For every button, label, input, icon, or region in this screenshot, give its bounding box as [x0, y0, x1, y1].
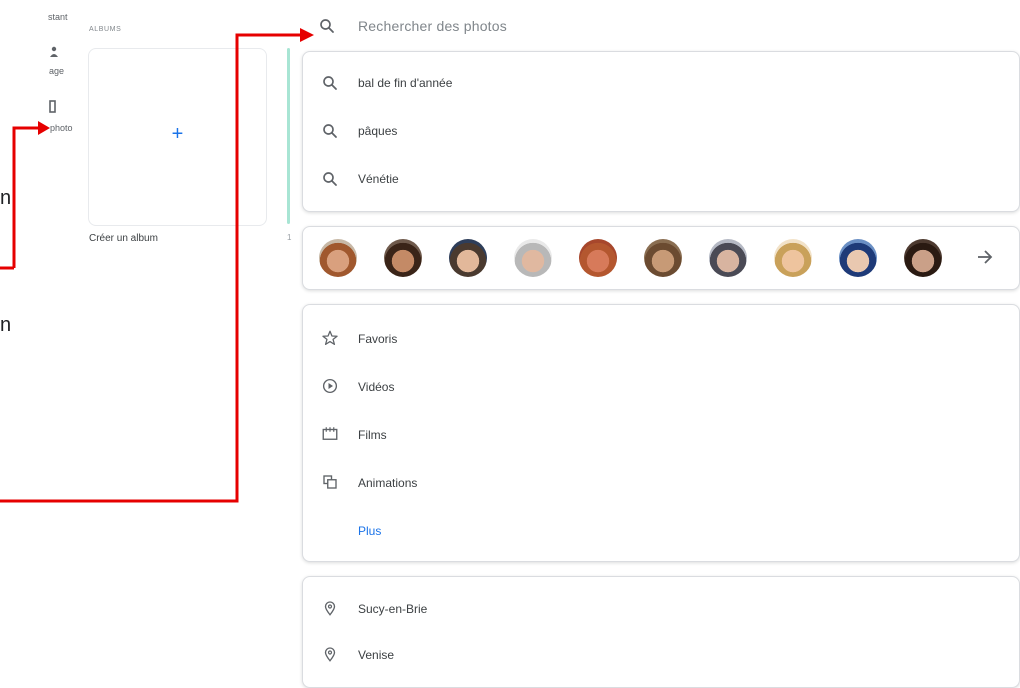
- album-count: 1: [287, 233, 292, 242]
- edge-text: n: [0, 187, 12, 209]
- suggestions-panel: bal de fin d'année pâques Vénétie: [302, 51, 1020, 212]
- sidebar: stant age photo: [0, 0, 80, 674]
- place-label: Sucy-en-Brie: [358, 602, 428, 616]
- suggestion-label: pâques: [358, 124, 398, 138]
- more-categories-button[interactable]: Plus: [303, 509, 1019, 553]
- person-avatar[interactable]: [839, 239, 877, 277]
- sidebar-item-label: age: [49, 66, 65, 76]
- category-item-animations[interactable]: Animations: [303, 461, 1019, 505]
- edge-text: n: [0, 314, 12, 336]
- albums-heading: ALBUMS: [89, 26, 122, 33]
- suggestion-item[interactable]: pâques: [303, 109, 1019, 153]
- people-row: [302, 226, 1020, 290]
- sidebar-item-label: stant: [48, 12, 68, 22]
- places-panel: Sucy-en-Brie Venise: [302, 576, 1020, 688]
- suggestion-item[interactable]: Vénétie: [303, 157, 1019, 201]
- place-item[interactable]: Sucy-en-Brie: [303, 587, 1019, 631]
- search-icon: [323, 172, 337, 186]
- search-input[interactable]: Rechercher des photos: [358, 18, 507, 34]
- person-avatar[interactable]: [774, 239, 812, 277]
- album-thumbnail[interactable]: [287, 48, 290, 224]
- photo-book-icon: [49, 100, 56, 113]
- location-pin-icon: [324, 601, 336, 616]
- play-circle-icon: [322, 378, 338, 394]
- sharing-icon: [50, 46, 58, 57]
- person-avatar[interactable]: [319, 239, 357, 277]
- person-avatar[interactable]: [904, 239, 942, 277]
- suggestion-label: bal de fin d'année: [358, 76, 453, 90]
- create-album-label: Créer un album: [89, 233, 158, 244]
- person-avatar[interactable]: [449, 239, 487, 277]
- categories-panel: Favoris Vidéos Films Animations Plus: [302, 304, 1020, 562]
- person-avatar[interactable]: [384, 239, 422, 277]
- category-label: Vidéos: [358, 380, 395, 394]
- person-avatar[interactable]: [514, 239, 552, 277]
- movie-icon: [322, 427, 338, 440]
- person-avatar[interactable]: [709, 239, 747, 277]
- suggestion-label: Vénétie: [358, 172, 399, 186]
- category-label: Favoris: [358, 332, 398, 346]
- category-label: Animations: [358, 476, 418, 490]
- add-icon: +: [171, 123, 184, 145]
- search-icon: [323, 124, 337, 138]
- place-label: Venise: [358, 648, 395, 662]
- person-avatar[interactable]: [644, 239, 682, 277]
- star-outline-icon: [322, 330, 338, 346]
- create-album-button[interactable]: +: [88, 48, 267, 226]
- more-link[interactable]: Plus: [358, 524, 381, 538]
- category-item-favoris[interactable]: Favoris: [303, 317, 1019, 361]
- person-avatar[interactable]: [579, 239, 617, 277]
- category-item-films[interactable]: Films: [303, 413, 1019, 457]
- arrow-right-icon[interactable]: [973, 245, 997, 269]
- category-label: Films: [358, 428, 387, 442]
- suggestion-item[interactable]: bal de fin d'année: [303, 61, 1019, 105]
- location-pin-icon: [324, 647, 336, 662]
- sidebar-item-label: photo: [50, 123, 73, 133]
- search-bar[interactable]: Rechercher des photos: [302, 0, 1018, 52]
- animation-icon: [323, 475, 337, 489]
- category-item-videos[interactable]: Vidéos: [303, 365, 1019, 409]
- search-icon[interactable]: [318, 17, 336, 35]
- place-item[interactable]: Venise: [303, 633, 1019, 677]
- search-icon: [323, 76, 337, 90]
